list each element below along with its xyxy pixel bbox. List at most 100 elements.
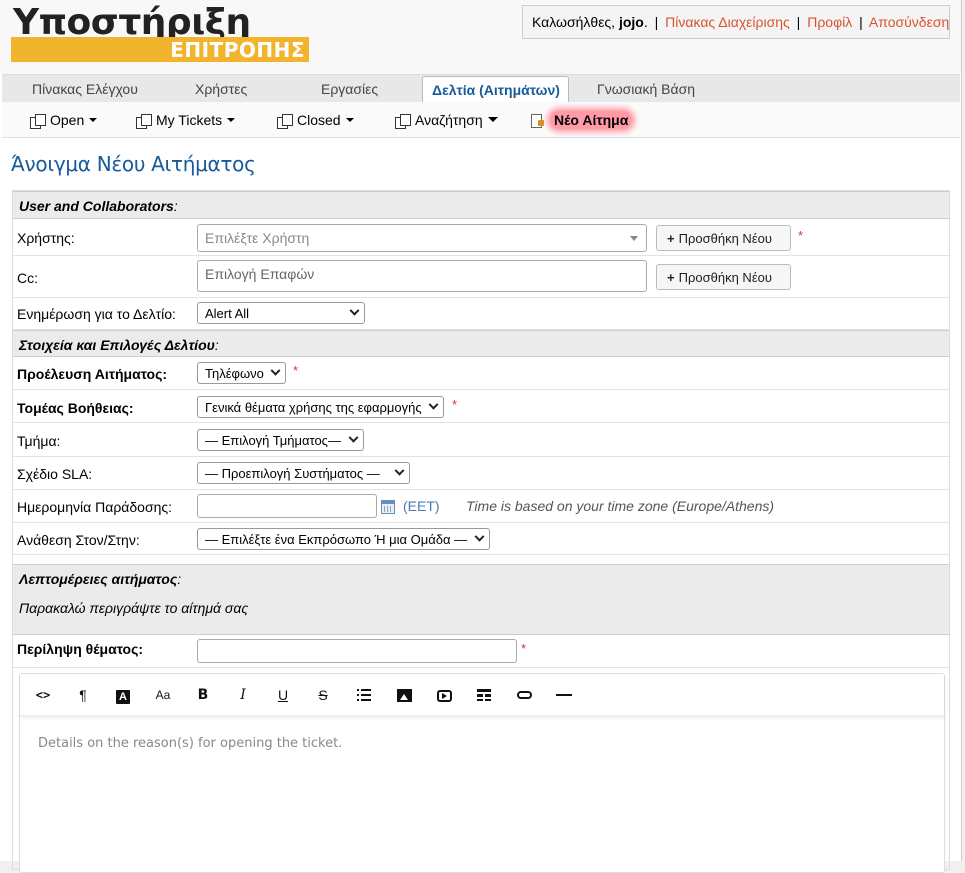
add-user-button-label: Προσθήκη Νέου <box>678 231 772 246</box>
image-icon[interactable] <box>393 686 415 704</box>
horizontal-rule-icon[interactable] <box>553 686 575 704</box>
section-colon: : <box>214 337 219 353</box>
section-user-collaborators: User and Collaborators: <box>13 191 949 219</box>
subnav-open[interactable]: Open <box>30 112 98 129</box>
subnav-closed-label: Closed <box>297 112 341 128</box>
video-icon[interactable] <box>433 686 455 704</box>
department-label: Τμήμα: <box>17 433 61 449</box>
timezone-note: Time is based on your time zone (Europe/… <box>466 498 775 514</box>
code-icon[interactable]: <> <box>32 686 54 704</box>
help-topic-label: Τομέας Βοήθειας: <box>17 400 134 416</box>
plus-icon: + <box>667 270 675 285</box>
subnav-open-label: Open <box>50 112 85 128</box>
bold-icon[interactable]: B <box>192 686 214 704</box>
tickets-icon <box>395 114 411 129</box>
welcome-suffix: . <box>643 14 648 30</box>
cc-placeholder: Επιλογή Επαφών <box>205 266 315 282</box>
section-ticket-info: Στοιχεία και Επιλογές Δελτίου: <box>13 330 949 357</box>
profile-link[interactable]: Προφίλ <box>807 14 852 30</box>
cc-contacts-input[interactable]: Επιλογή Επαφών <box>197 260 647 292</box>
user-select[interactable]: Επιλέξτε Χρήστη <box>197 224 647 252</box>
row-department: Τμήμα: — Επιλογή Τμήματος— <box>13 423 949 457</box>
row-cc: Cc: Επιλογή Επαφών + Προσθήκη Νέου <box>13 256 949 298</box>
add-user-button[interactable]: + Προσθήκη Νέου <box>656 225 791 251</box>
help-topic-select-value: Γενικά θέματα χρήσης της εφαρμογής <box>205 400 422 415</box>
section-title: Λεπτομέρειες αιτήματος <box>19 571 178 587</box>
required-marker: * <box>293 363 299 378</box>
admin-panel-link[interactable]: Πίνακας Διαχείρισης <box>665 14 790 30</box>
chevron-down-icon <box>394 465 405 476</box>
subnav-search[interactable]: Αναζήτηση <box>395 112 498 129</box>
user-label: Χρήστης: <box>17 230 75 246</box>
rich-text-editor[interactable]: <> ¶ A Aa B I U S Details on the reason(… <box>19 673 945 873</box>
link-glyph <box>516 691 532 699</box>
department-select-value: — Επιλογή Τμήματος— <box>205 433 341 448</box>
tab-tasks[interactable]: Εργασίες <box>321 81 378 97</box>
section-title: User and Collaborators <box>19 198 174 214</box>
due-date-input[interactable] <box>197 494 377 518</box>
subnav-new-ticket-label: Νέο Αίτημα <box>550 111 633 129</box>
cc-label: Cc: <box>17 270 38 286</box>
strikethrough-icon[interactable]: S <box>312 686 334 704</box>
tab-users[interactable]: Χρήστες <box>195 81 247 97</box>
chevron-down-icon <box>348 432 359 443</box>
section-ticket-details: Λεπτομέρειες αιτήματος: Παρακαλώ περιγρά… <box>13 564 949 635</box>
required-marker: * <box>798 228 804 243</box>
italic-icon[interactable]: I <box>232 686 254 704</box>
alert-select[interactable]: Alert All <box>197 302 365 324</box>
table-glyph <box>477 689 491 701</box>
tickets-icon <box>30 114 46 129</box>
header: Υποστήριξη ΕΠΙΤΡΟΠΗΣ Καλωσήλθες, jojo. |… <box>0 0 961 74</box>
chevron-down-icon <box>349 305 360 316</box>
logo[interactable]: Υποστήριξη ΕΠΙΤΡΟΠΗΣ <box>11 3 311 63</box>
row-alert: Ενημέρωση για το Δελτίο: Alert All <box>13 298 949 330</box>
department-select[interactable]: — Επιλογή Τμήματος— <box>197 429 364 451</box>
calendar-icon[interactable] <box>381 500 395 514</box>
due-date-label: Ημερομηνία Παράδοσης: <box>17 499 173 515</box>
section-title: Στοιχεία και Επιλογές Δελτίου <box>19 337 215 353</box>
chevron-down-icon <box>227 118 236 122</box>
summary-input[interactable] <box>197 639 517 663</box>
tickets-icon <box>136 114 152 129</box>
sla-select[interactable]: — Προεπιλογή Συστήματος — <box>197 462 410 484</box>
separator: | <box>796 14 801 30</box>
tab-knowledgebase[interactable]: Γνωσιακή Βάση <box>597 81 695 97</box>
link-icon[interactable] <box>513 686 535 704</box>
details-instruction: Παρακαλώ περιγράψτε το αίτημά σας <box>19 600 249 616</box>
font-color-glyph: A <box>116 690 130 704</box>
source-select[interactable]: Τηλέφωνο <box>197 362 286 384</box>
paragraph-icon[interactable]: ¶ <box>72 686 94 704</box>
chevron-down-icon <box>474 531 485 542</box>
list-icon[interactable] <box>353 686 375 704</box>
subnav-search-label: Αναζήτηση <box>415 112 483 128</box>
underline-icon[interactable]: U <box>272 686 294 704</box>
subnav-my-tickets[interactable]: My Tickets <box>136 112 236 129</box>
welcome-text: Καλωσήλθες, <box>532 14 619 30</box>
line <box>361 699 371 701</box>
assign-select[interactable]: — Επιλέξτε ένα Εκπρόσωπο Ή μια Ομάδα — <box>197 528 490 550</box>
font-size-icon[interactable]: Aa <box>152 686 174 704</box>
subnav-new-ticket[interactable]: Νέο Αίτημα <box>530 111 633 129</box>
logo-bar: ΕΠΙΤΡΟΠΗΣ <box>11 37 309 62</box>
tab-dashboard[interactable]: Πίνακας Ελέγχου <box>32 81 138 97</box>
image-glyph <box>396 689 412 702</box>
logo-subtitle: ΕΠΙΤΡΟΠΗΣ <box>170 38 305 62</box>
main-tabs: Πίνακας Ελέγχου Χρήστες Εργασίες Δελτία … <box>2 74 960 104</box>
bullet <box>357 694 359 696</box>
tab-tickets[interactable]: Δελτία (Αιτημάτων) <box>422 76 569 104</box>
row-summary: Περίληψη θέματος: * <box>13 635 949 668</box>
tickets-icon <box>277 114 293 129</box>
source-label: Προέλευση Αιτήματος: <box>17 366 168 382</box>
user-info-box: Καλωσήλθες, jojo. | Πίνακας Διαχείρισης … <box>522 5 950 39</box>
row-help-topic: Τομέας Βοήθειας: Γενικά θέματα χρήσης τη… <box>13 390 949 423</box>
add-contact-button[interactable]: + Προσθήκη Νέου <box>656 264 791 290</box>
table-icon[interactable] <box>473 686 495 704</box>
chevron-down-icon <box>345 118 354 122</box>
line <box>361 694 371 696</box>
sla-select-value: — Προεπιλογή Συστήματος — <box>205 466 380 481</box>
font-color-icon[interactable]: A <box>112 686 134 704</box>
add-contact-button-label: Προσθήκη Νέου <box>678 270 772 285</box>
help-topic-select[interactable]: Γενικά θέματα χρήσης της εφαρμογής <box>197 396 444 418</box>
logout-link[interactable]: Αποσύνδεση <box>869 14 949 30</box>
subnav-closed[interactable]: Closed <box>277 112 354 129</box>
